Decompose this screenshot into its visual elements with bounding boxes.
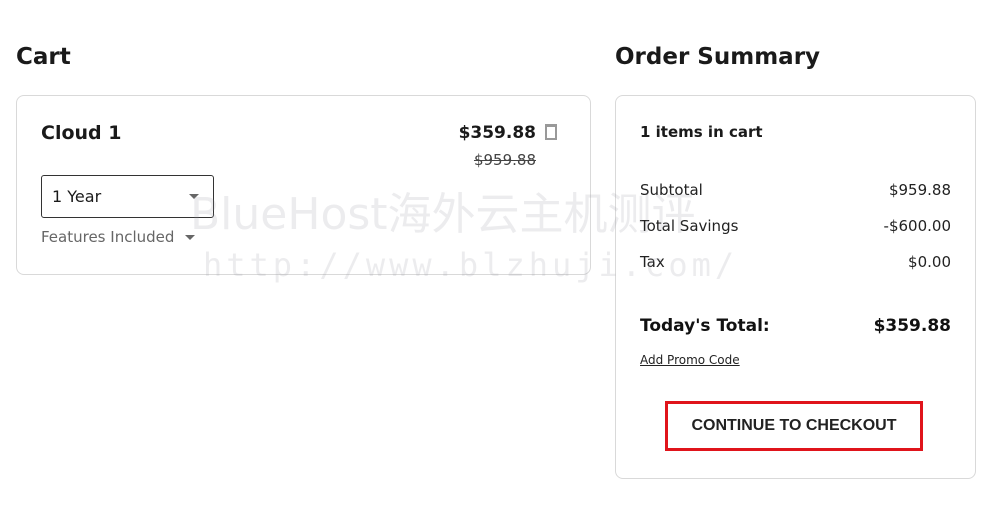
- product-name: Cloud 1: [41, 122, 122, 144]
- continue-to-checkout-button[interactable]: CONTINUE TO CHECKOUT: [665, 401, 923, 451]
- order-summary-card: 1 items in cart Subtotal $959.88 Total Sa…: [615, 95, 976, 479]
- tax-row: Tax $0.00: [640, 253, 951, 271]
- features-included-toggle[interactable]: Features Included: [41, 228, 196, 246]
- features-label: Features Included: [41, 228, 175, 246]
- order-summary-title: Order Summary: [615, 44, 821, 70]
- row-value: $959.88: [888, 181, 951, 199]
- term-select[interactable]: 1 Year: [41, 175, 214, 218]
- chevron-down-icon: [185, 235, 196, 240]
- trash-icon[interactable]: [545, 124, 557, 140]
- product-price: $359.88: [458, 123, 536, 143]
- subtotal-row: Subtotal $959.88: [640, 181, 951, 199]
- chevron-down-icon: [189, 194, 199, 199]
- row-value: $0.00: [908, 253, 951, 271]
- savings-row: Total Savings -$600.00: [640, 217, 951, 235]
- row-label: Total Savings: [640, 217, 739, 235]
- total-row: Today's Total: $359.88: [640, 316, 951, 336]
- row-value: -$600.00: [883, 217, 951, 235]
- row-label: Subtotal: [640, 181, 703, 199]
- row-label: Tax: [640, 253, 665, 271]
- cart-title: Cart: [16, 44, 71, 70]
- items-count: 1 items in cart: [640, 123, 763, 141]
- cart-item-card: Cloud 1 $359.88 $959.88 1 Year Features …: [16, 95, 591, 275]
- add-promo-code-link[interactable]: Add Promo Code: [640, 353, 740, 367]
- original-price: $959.88: [473, 151, 536, 169]
- total-label: Today's Total:: [640, 316, 770, 336]
- term-value: 1 Year: [52, 187, 102, 206]
- total-value: $359.88: [873, 316, 951, 336]
